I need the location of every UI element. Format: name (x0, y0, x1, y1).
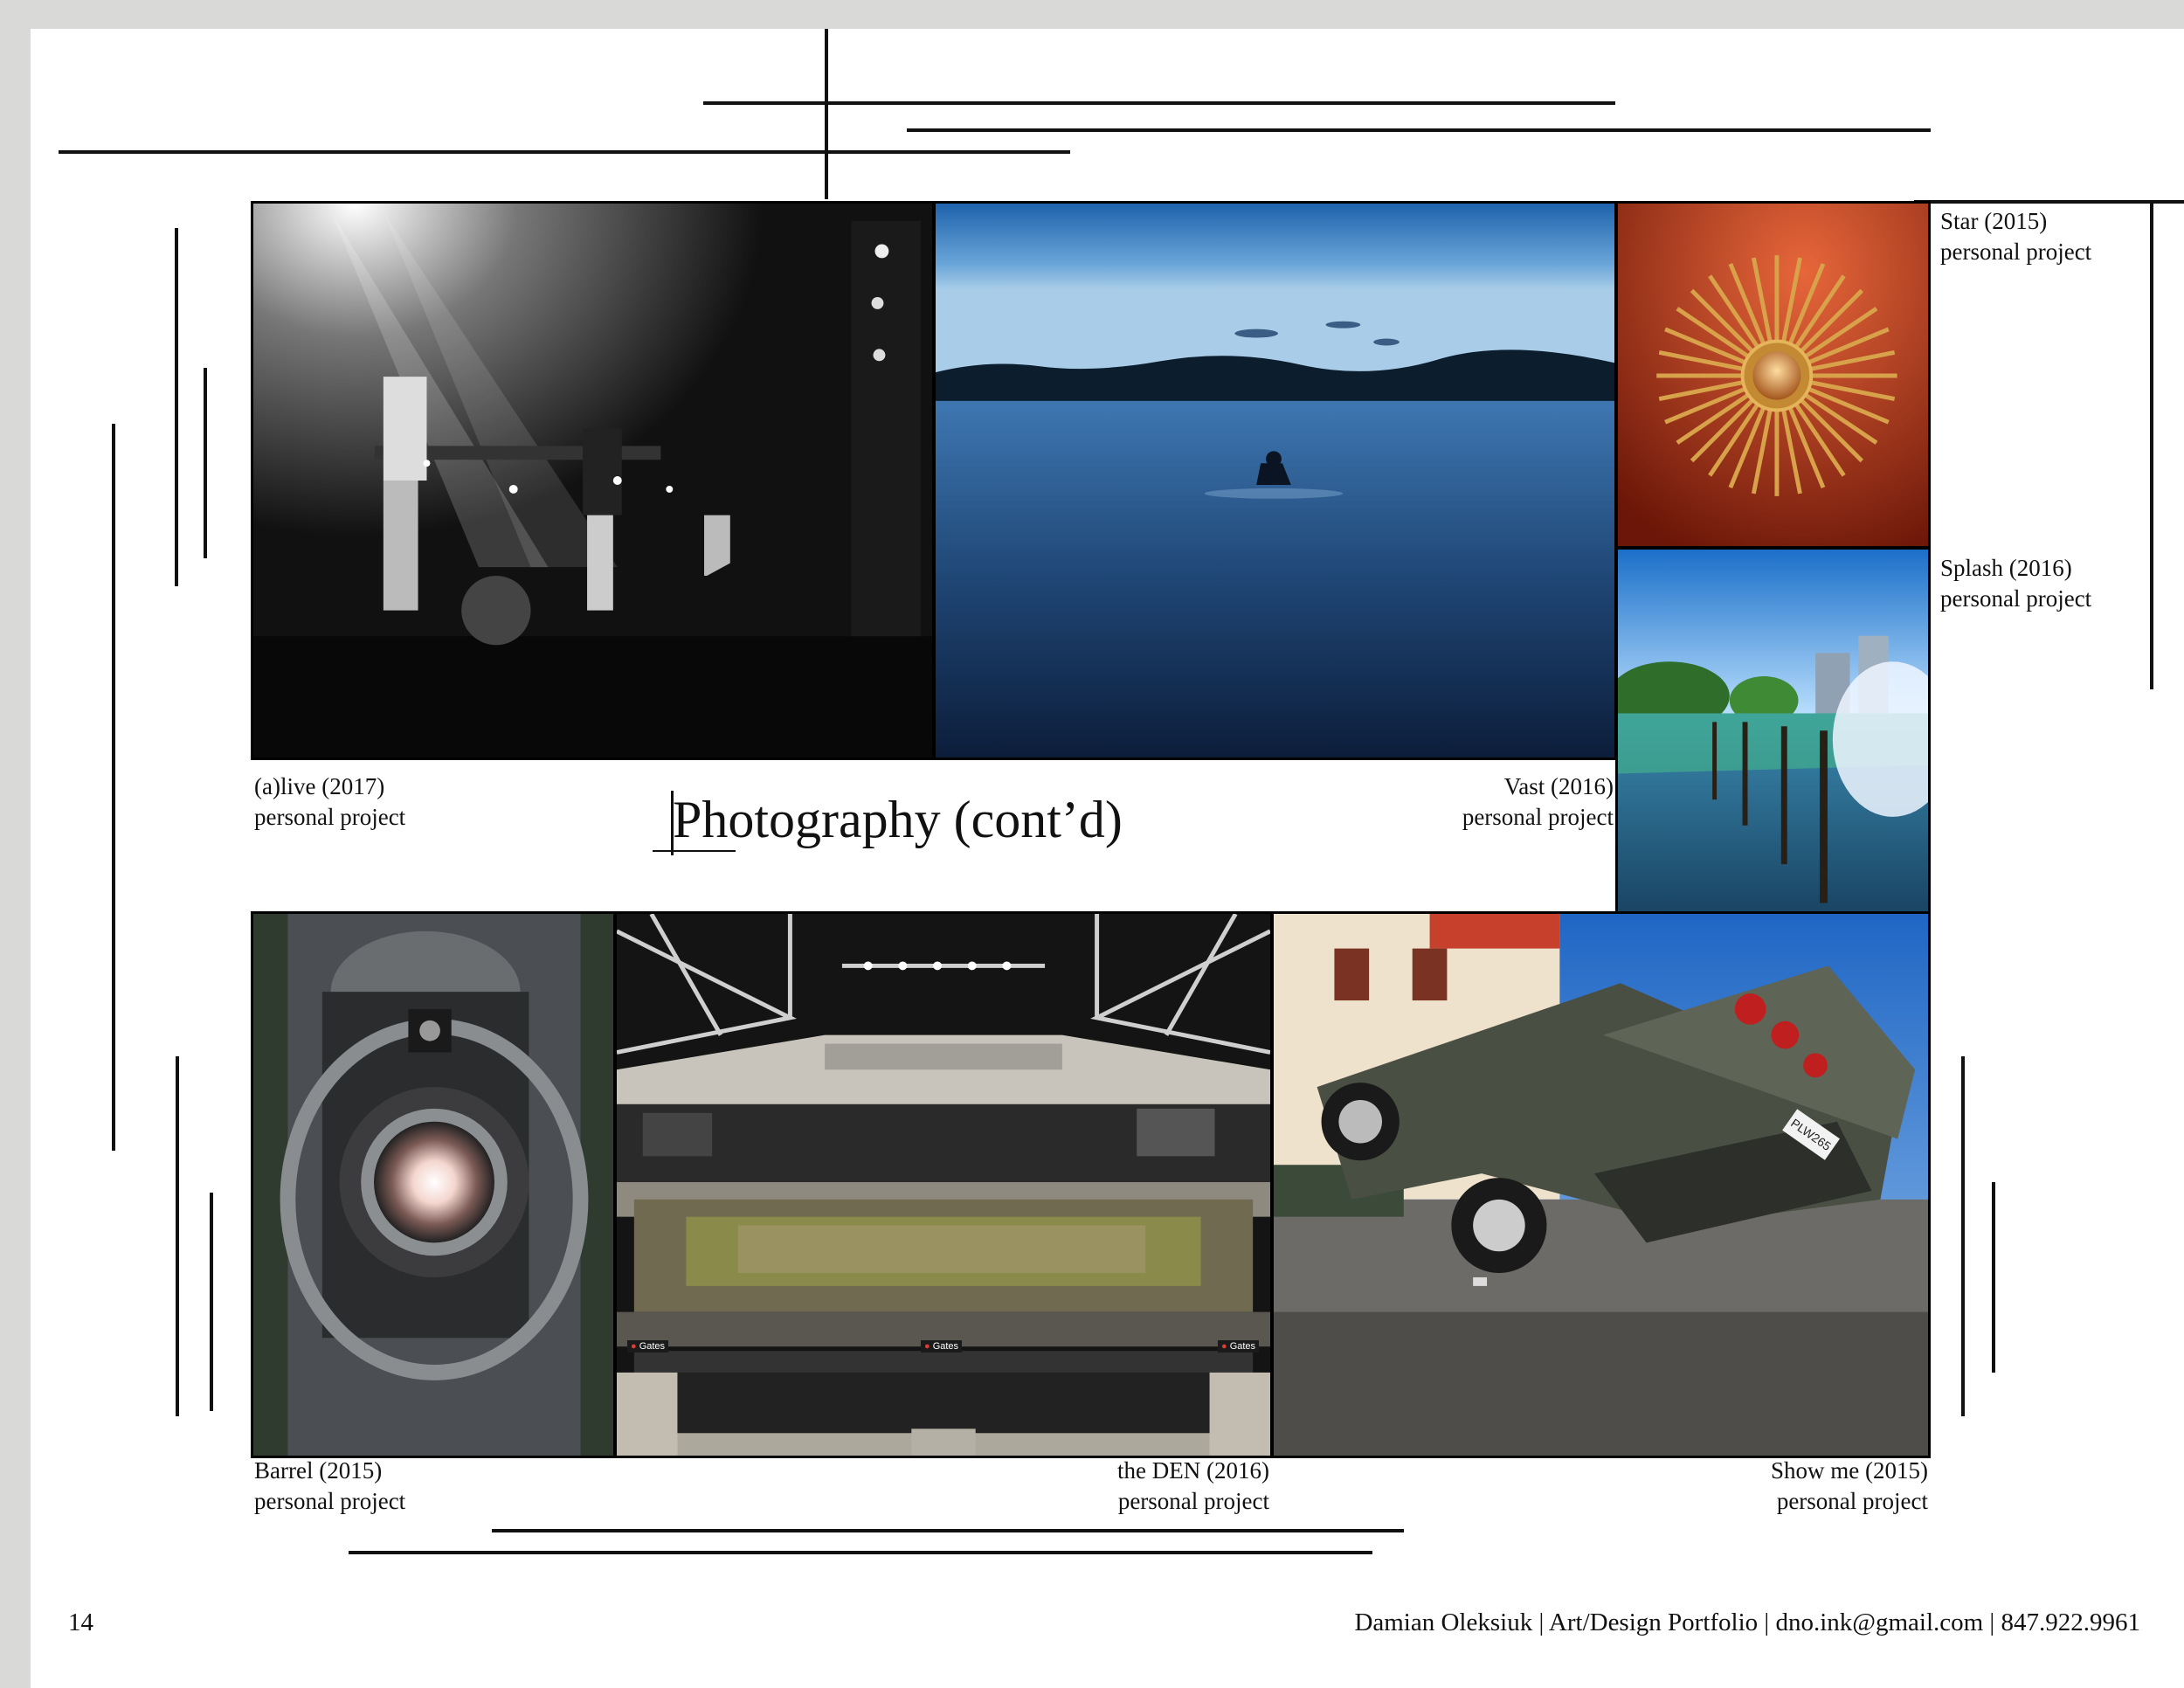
deco-line (175, 228, 178, 586)
photo-show-me: PLW265 (1271, 911, 1931, 1458)
photo-splash (1615, 547, 1931, 940)
gates-sign: ● Gates (627, 1340, 669, 1352)
deco-line (1914, 200, 2184, 204)
caption-star: Star (2015) personal project (1940, 208, 2092, 265)
deco-line (59, 150, 1070, 154)
deco-line (492, 1529, 1404, 1532)
footer-contact: Damian Oleksiuk | Art/Design Portfolio |… (1354, 1608, 2140, 1636)
deco-line (825, 29, 828, 199)
caption-alive: (a)live (2017) personal project (254, 773, 406, 830)
photo-alive (251, 201, 935, 760)
caption-vast: Vast (2016) personal project (1462, 773, 1614, 830)
deco-line (703, 101, 1615, 105)
title-decor-line (653, 850, 736, 852)
caption-barrel: Barrel (2015) personal project (254, 1457, 406, 1514)
deco-line (210, 1193, 213, 1411)
gates-sign: ● Gates (921, 1340, 963, 1352)
page-title: Photography (cont’d) (673, 791, 1123, 848)
deco-line (112, 424, 115, 1151)
deco-line (1992, 1182, 1995, 1373)
deco-line (176, 1056, 179, 1416)
caption-the-den: the DEN (2016) personal project (1117, 1457, 1269, 1514)
caption-splash: Splash (2016) personal project (1940, 555, 2092, 612)
deco-line (349, 1551, 1372, 1554)
page-number: 14 (68, 1608, 93, 1636)
photo-the-den: ● Gates ● Gates ● Gates (614, 911, 1273, 1458)
caption-show-me: Show me (2015) personal project (1771, 1457, 1928, 1514)
photo-barrel (251, 911, 616, 1458)
deco-line (204, 368, 207, 558)
portfolio-page: ● Gates ● Gates ● Gates PLW265 (a)live (… (31, 29, 2184, 1688)
photo-star (1615, 201, 1931, 549)
deco-line (1961, 1056, 1965, 1416)
gates-sign: ● Gates (1218, 1340, 1260, 1352)
deco-line (2150, 200, 2153, 689)
photo-vast (933, 201, 1617, 760)
deco-line (907, 128, 1931, 132)
